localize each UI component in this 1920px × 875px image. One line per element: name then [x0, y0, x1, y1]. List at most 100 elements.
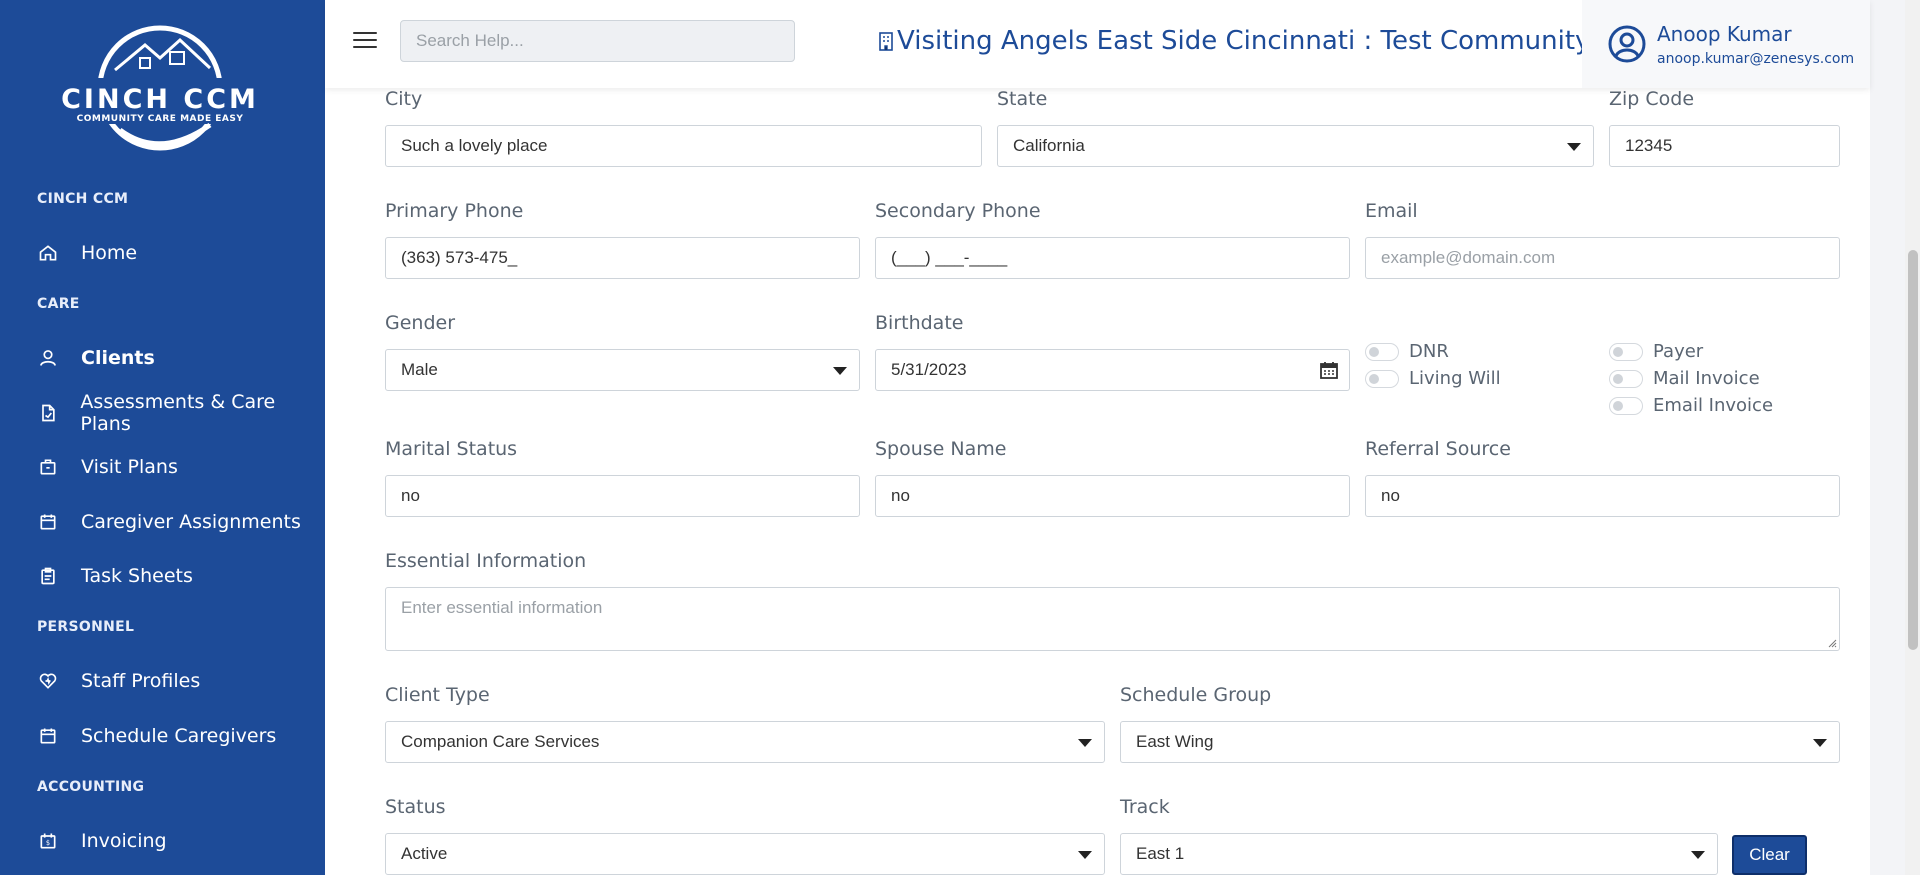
status-select[interactable]: Active	[385, 833, 1105, 875]
user-icon	[37, 347, 59, 369]
community-selector[interactable]: Visiting Angels East Side Cincinnati : T…	[877, 26, 1620, 56]
city-label: City	[385, 88, 423, 110]
clipboard-icon	[37, 565, 59, 587]
dnr-toggle[interactable]: DNR	[1365, 341, 1449, 362]
essential-info-label: Essential Information	[385, 550, 587, 572]
email-label: Email	[1365, 200, 1418, 222]
essential-info-placeholder: Enter essential information	[401, 598, 603, 617]
sidebar-item-task-sheets[interactable]: Task Sheets	[37, 559, 193, 593]
sidebar-item-label: Visit Plans	[81, 456, 178, 478]
toggle-label: Email Invoice	[1653, 395, 1774, 416]
referral-source-label: Referral Source	[1365, 438, 1511, 460]
state-value: California	[1013, 136, 1085, 155]
gender-label: Gender	[385, 312, 456, 334]
status-label: Status	[385, 796, 446, 818]
sidebar-item-caregiver-assignments[interactable]: Caregiver Assignments	[37, 505, 301, 539]
mail-invoice-toggle[interactable]: Mail Invoice	[1609, 368, 1760, 389]
spouse-name-field[interactable]: no	[875, 475, 1350, 517]
email-invoice-toggle[interactable]: Email Invoice	[1609, 395, 1773, 416]
page-gutter	[1870, 0, 1905, 875]
marital-status-field[interactable]: no	[385, 475, 860, 517]
gender-select[interactable]: Male	[385, 349, 860, 391]
city-field[interactable]: Such a lovely place	[385, 125, 982, 167]
section-care: CARE	[37, 296, 80, 312]
user-menu[interactable]: Anoop Kumar anoop.kumar@zenesys.com	[1582, 0, 1870, 88]
caret-down-icon	[1567, 143, 1581, 151]
zip-label: Zip Code	[1609, 88, 1695, 110]
caret-down-icon	[1813, 739, 1827, 747]
sidebar-item-clients[interactable]: Clients	[37, 341, 155, 375]
email-field[interactable]: example@domain.com	[1365, 237, 1840, 279]
schedule-group-value: East Wing	[1136, 732, 1214, 751]
cinch-ccm-logo[interactable]: CINCH CCM COMMUNITY CARE MADE EASY	[60, 20, 260, 155]
client-type-label: Client Type	[385, 684, 490, 706]
sidebar-item-label: Staff Profiles	[81, 670, 201, 692]
logo-graphic: CINCH CCM COMMUNITY CARE MADE EASY	[60, 25, 260, 151]
gender-value: Male	[401, 360, 438, 379]
user-name: Anoop Kumar	[1657, 21, 1792, 46]
sidebar-item-label: Caregiver Assignments	[81, 511, 301, 533]
caret-down-icon	[1691, 851, 1705, 859]
calendar-button[interactable]	[1308, 349, 1350, 391]
top-header: Visiting Angels East Side Cincinnati : T…	[325, 0, 1870, 88]
state-label: State	[997, 88, 1048, 110]
spouse-name-label: Spouse Name	[875, 438, 1007, 460]
secondary-phone-label: Secondary Phone	[875, 200, 1041, 222]
svg-text:COMMUNITY CARE MADE EASY: COMMUNITY CARE MADE EASY	[77, 114, 244, 124]
referral-source-field[interactable]: no	[1365, 475, 1840, 517]
sidebar-item-schedule-caregivers[interactable]: Schedule Caregivers	[37, 719, 276, 753]
sidebar: CINCH CCM COMMUNITY CARE MADE EASY CINCH…	[0, 0, 325, 875]
community-name: Visiting Angels East Side Cincinnati : T…	[897, 26, 1591, 56]
page-scrollbar[interactable]	[1905, 0, 1920, 875]
calendar-icon	[1319, 362, 1338, 379]
building-icon	[879, 32, 893, 51]
client-type-value: Companion Care Services	[401, 732, 600, 751]
sidebar-item-assessments[interactable]: Assessments & Care Plans	[37, 391, 325, 435]
invoice-icon: $	[37, 830, 59, 852]
user-email: anoop.kumar@zenesys.com	[1657, 50, 1855, 67]
briefcase-icon	[37, 456, 59, 478]
calendar-icon	[37, 725, 59, 747]
primary-phone-field[interactable]: (363) 573-475_	[385, 237, 860, 279]
state-select[interactable]: California	[997, 125, 1594, 167]
home-icon	[37, 242, 59, 264]
scrollbar-thumb[interactable]	[1908, 250, 1918, 650]
svg-text:CINCH CCM: CINCH CCM	[61, 84, 259, 115]
payer-toggle[interactable]: Payer	[1609, 341, 1703, 362]
toggle-label: Mail Invoice	[1653, 368, 1760, 389]
schedule-group-select[interactable]: East Wing	[1120, 721, 1840, 763]
sidebar-item-label: Home	[81, 242, 138, 264]
toggle-label: Living Will	[1409, 368, 1501, 389]
zip-field[interactable]: 12345	[1609, 125, 1840, 167]
sidebar-item-visit-plans[interactable]: Visit Plans	[37, 450, 178, 484]
essential-info-textarea[interactable]: Enter essential information	[385, 587, 1840, 651]
client-type-select[interactable]: Companion Care Services	[385, 721, 1105, 763]
resize-grip-icon[interactable]	[1827, 638, 1837, 648]
birthdate-field[interactable]: 5/31/2023	[875, 349, 1309, 391]
primary-phone-label: Primary Phone	[385, 200, 524, 222]
svg-text:$: $	[46, 839, 50, 847]
sidebar-item-staff-profiles[interactable]: Staff Profiles	[37, 664, 200, 698]
search-help-input[interactable]	[400, 20, 795, 62]
track-label: Track	[1120, 796, 1170, 818]
schedule-group-label: Schedule Group	[1120, 684, 1272, 706]
sidebar-item-invoicing[interactable]: $ Invoicing	[37, 824, 167, 858]
clear-button[interactable]: Clear	[1732, 835, 1807, 875]
toggle-label: Payer	[1653, 341, 1704, 362]
heart-icon	[37, 670, 59, 692]
living-will-toggle[interactable]: Living Will	[1365, 368, 1501, 389]
caret-down-icon	[833, 367, 847, 375]
marital-status-label: Marital Status	[385, 438, 518, 460]
caret-down-icon	[1078, 739, 1092, 747]
track-select[interactable]: East 1	[1120, 833, 1718, 875]
sidebar-item-label: Invoicing	[81, 830, 167, 852]
sidebar-item-home[interactable]: Home	[37, 236, 137, 270]
calendar-icon	[37, 511, 59, 533]
avatar-icon	[1608, 25, 1646, 63]
section-accounting: ACCOUNTING	[37, 779, 145, 795]
menu-toggle-icon[interactable]	[353, 32, 377, 56]
section-personnel: PERSONNEL	[37, 619, 135, 635]
secondary-phone-field[interactable]: (___) ___-____	[875, 237, 1350, 279]
sidebar-item-label: Task Sheets	[81, 565, 193, 587]
client-form: City Such a lovely place State Californi…	[356, 88, 1870, 875]
